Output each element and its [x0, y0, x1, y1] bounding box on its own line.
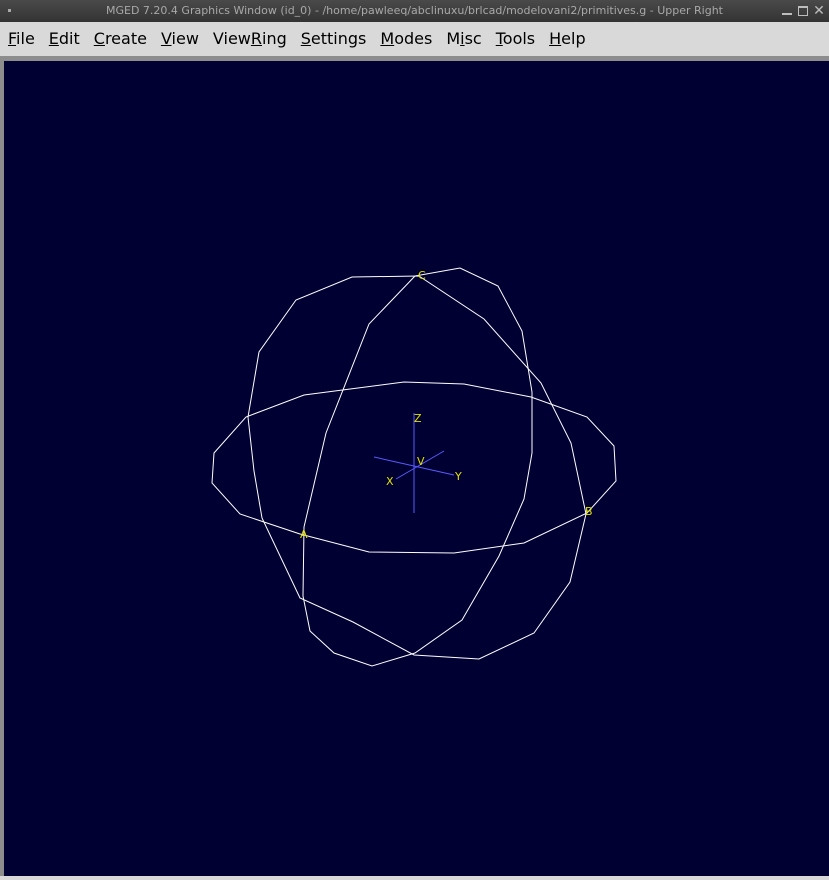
menu-create[interactable]: Create [87, 22, 154, 56]
menu-modes[interactable]: Modes [373, 22, 439, 56]
model-axes [373, 413, 455, 513]
menu-viewring[interactable]: ViewRing [206, 22, 294, 56]
window-titlebar[interactable]: MGED 7.20.4 Graphics Window (id_0) - /ho… [0, 0, 829, 22]
menu-help[interactable]: Help [542, 22, 592, 56]
menu-edit[interactable]: Edit [42, 22, 87, 56]
menu-view[interactable]: View [154, 22, 206, 56]
minimize-icon[interactable] [781, 5, 793, 17]
vertex-label-c: C [418, 269, 426, 282]
menubar: File Edit Create View ViewRing Settings … [0, 22, 829, 56]
menu-settings[interactable]: Settings [294, 22, 374, 56]
menu-file[interactable]: File [0, 22, 42, 56]
axis-label-y: Y [454, 470, 462, 483]
maximize-icon[interactable] [797, 5, 809, 17]
window-title: MGED 7.20.4 Graphics Window (id_0) - /ho… [106, 4, 723, 17]
vertex-label-a: A [300, 528, 308, 541]
menu-misc[interactable]: Misc [439, 22, 488, 56]
close-icon[interactable]: ✕ [813, 4, 825, 18]
graphics-viewport[interactable]: C A B V Z X Y [4, 61, 829, 876]
wireframe-canvas[interactable]: C A B V Z X Y [4, 61, 829, 876]
vertex-label-b: B [585, 505, 593, 518]
axis-label-z: Z [414, 412, 422, 425]
axis-label-x: X [386, 475, 394, 488]
vertex-label-v: V [417, 455, 425, 468]
window-menu-icon[interactable] [8, 9, 11, 12]
menu-tools[interactable]: Tools [489, 22, 542, 56]
labels: C A B V Z X Y [300, 269, 593, 541]
